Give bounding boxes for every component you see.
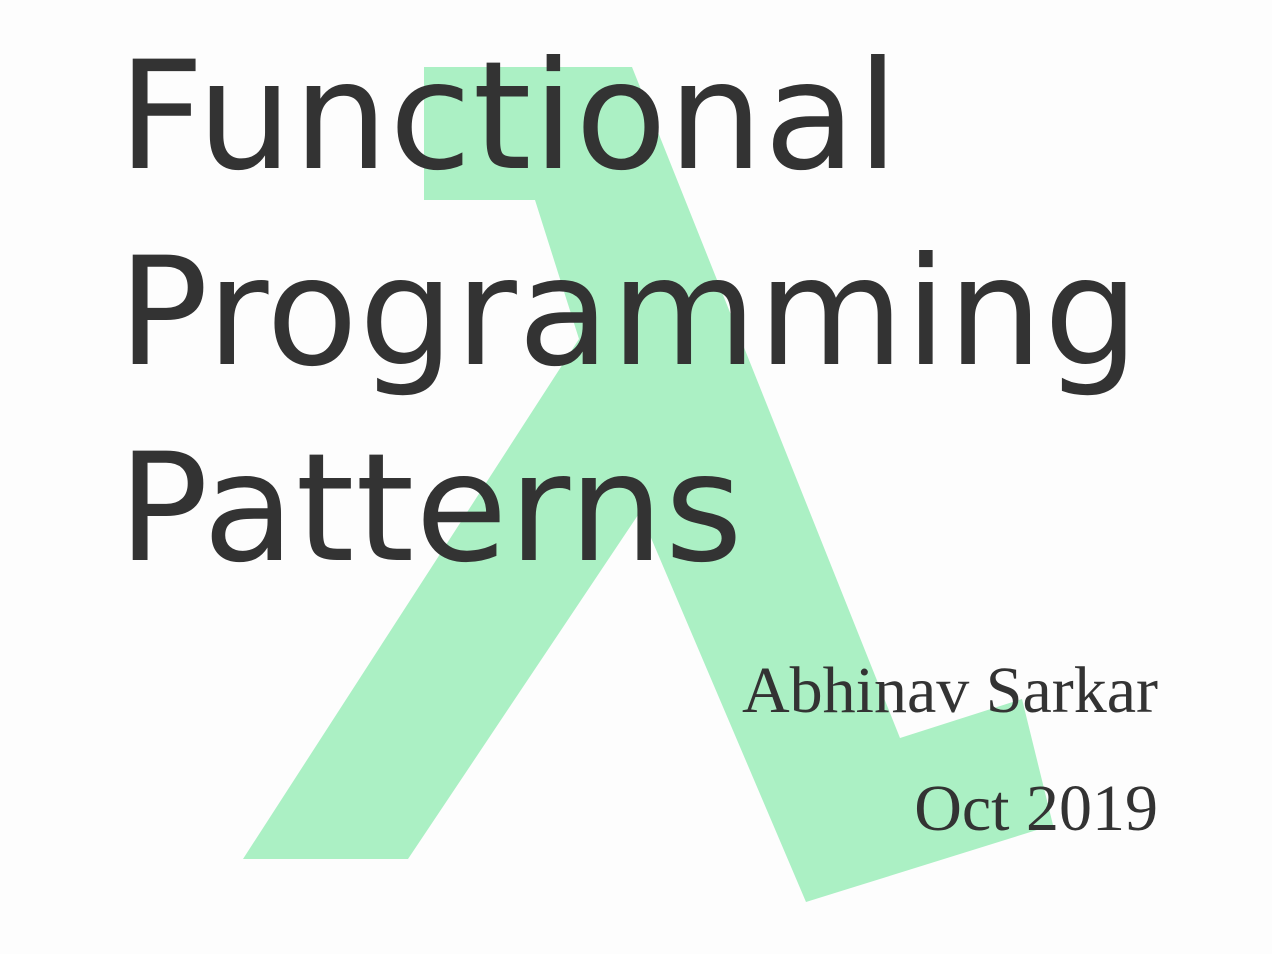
title-line-2: Programming	[118, 226, 1140, 400]
author-name: Abhinav Sarkar	[741, 654, 1158, 727]
title-line-3: Patterns	[118, 422, 744, 596]
title-line-1: Functional	[118, 30, 900, 204]
presentation-date: Oct 2019	[914, 772, 1158, 845]
